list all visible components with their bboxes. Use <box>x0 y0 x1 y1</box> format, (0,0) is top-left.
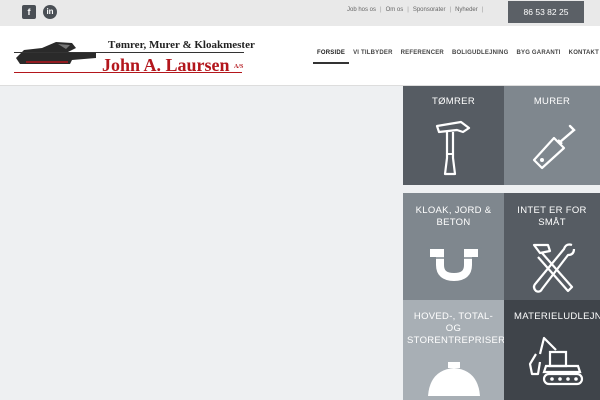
tile-label: MATERIELUDLEJNING <box>514 311 600 322</box>
tile-label: INTET ER FOR SMÅT <box>517 205 587 228</box>
hero-area <box>0 87 403 400</box>
separator: | <box>481 7 484 13</box>
hardhat-icon <box>428 362 480 396</box>
tools-icon <box>532 243 576 293</box>
logo-suffix: A/S <box>234 63 244 70</box>
tile-label: MURER <box>533 96 571 107</box>
header: Tømrer, Murer & Kloakmester John A. Laur… <box>0 26 600 86</box>
main-nav: FORSIDE VI TILBYDER REFERENCER BOLIGUDLE… <box>313 48 600 64</box>
top-bar: f in Job hos os | Om os | Sponsorater | Nyhede… <box>0 0 600 26</box>
top-link-sponsorater[interactable]: Sponsorater <box>413 7 446 13</box>
top-link-job[interactable]: Job hos os <box>347 7 376 13</box>
tile-intet-er-for-smaat[interactable]: INTET ER FOR SMÅT <box>504 193 600 300</box>
nav-kontakt[interactable]: KONTAKT <box>565 48 600 64</box>
tile-entrepriser[interactable]: HOVED-, TOTAL- OG STORENTREPRISER <box>403 300 504 400</box>
tile-tomrer[interactable]: TØMRER <box>403 86 504 185</box>
tile-label: KLOAK, JORD & BETON <box>415 205 492 228</box>
page: { "topbar": { "social": { "facebook": "f… <box>0 0 600 400</box>
excavator-icon <box>528 336 584 386</box>
top-links: Job hos os | Om os | Sponsorater | Nyheder | <box>347 7 487 13</box>
hammer-icon <box>435 120 471 176</box>
separator: | <box>380 7 382 13</box>
logo-rule <box>14 52 244 53</box>
logo[interactable]: Tømrer, Murer & Kloakmester John A. Laur… <box>12 36 255 76</box>
separator: | <box>407 7 409 13</box>
top-link-nyheder[interactable]: Nyheder <box>455 7 478 13</box>
logo-name-text: John A. Laursen <box>102 55 230 75</box>
trowel-icon <box>532 124 576 170</box>
logo-tagline: Tømrer, Murer & Kloakmester <box>108 39 255 51</box>
plane-tool-icon <box>16 42 96 64</box>
nav-boligudlejning[interactable]: BOLIGUDLEJNING <box>448 48 512 64</box>
top-link-om-os[interactable]: Om os <box>386 7 404 13</box>
tile-materieludlejning[interactable]: MATERIELUDLEJNING <box>504 300 600 400</box>
facebook-icon[interactable]: f <box>22 5 36 19</box>
tile-kloak[interactable]: KLOAK, JORD & BETON <box>403 193 504 300</box>
nav-vi-tilbyder[interactable]: VI TILBYDER <box>349 48 397 64</box>
tile-label: HOVED-, TOTAL- OG STORENTREPRISER <box>407 311 504 346</box>
logo-company-name: John A. Laursen A/S <box>102 55 243 76</box>
nav-referencer[interactable]: REFERENCER <box>397 48 448 64</box>
linkedin-icon[interactable]: in <box>43 5 57 19</box>
phone-button[interactable]: 86 53 82 25 <box>508 1 584 23</box>
separator: | <box>449 7 452 13</box>
tile-label: TØMRER <box>432 96 475 107</box>
nav-byg-garanti[interactable]: BYG GARANTI <box>512 48 564 64</box>
pipe-icon <box>426 247 482 282</box>
tile-murer[interactable]: MURER <box>504 86 600 185</box>
nav-forside[interactable]: FORSIDE <box>313 48 350 64</box>
